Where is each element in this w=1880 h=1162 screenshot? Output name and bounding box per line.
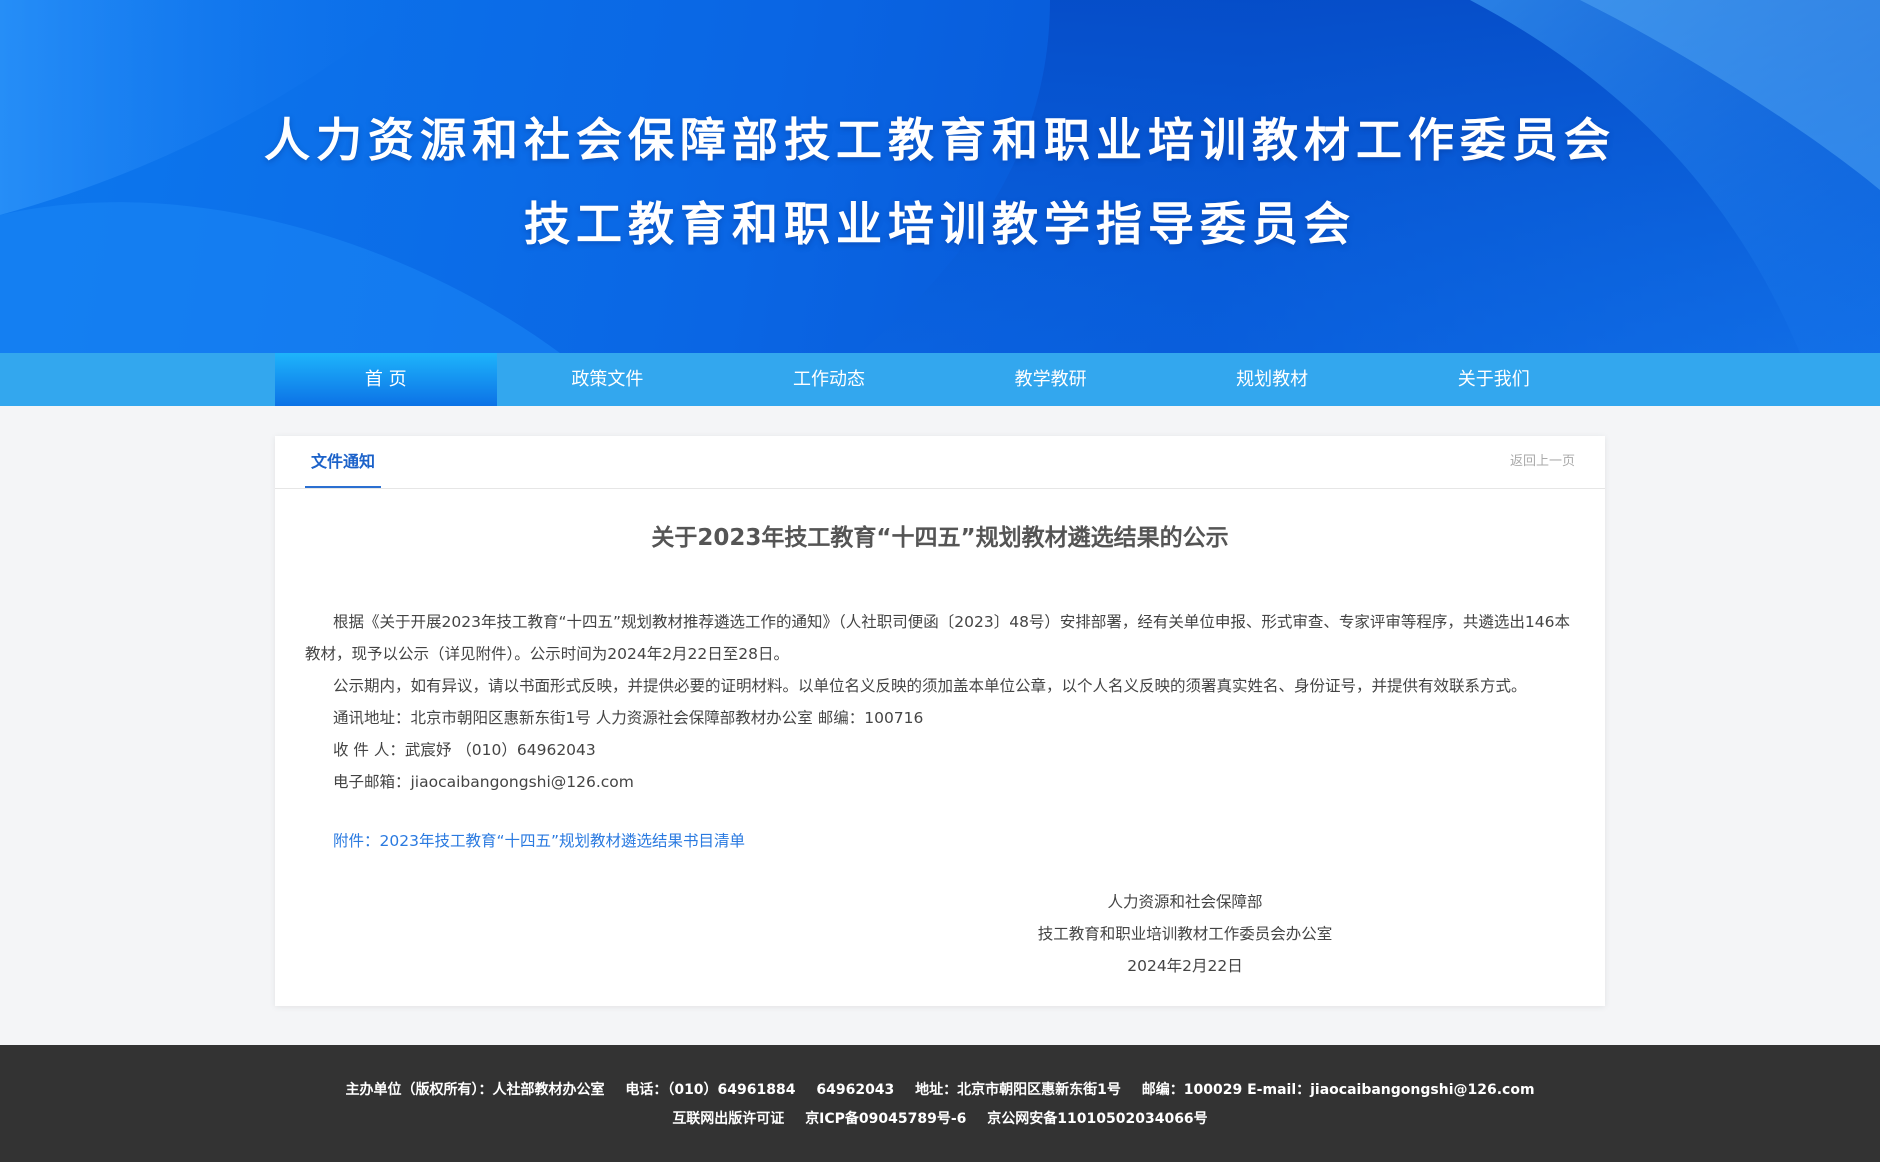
article-paragraph: 电子邮箱：jiaocaibangongshi@126.com [333, 773, 634, 791]
signature-org1: 人力资源和社会保障部 [1107, 893, 1263, 911]
article-card: 文件通知 返回上一页 关于2023年技工教育“十四五”规划教材遴选结果的公示 根… [275, 436, 1605, 1006]
footer-icp[interactable]: 京ICP备09045789号-6 [805, 1111, 966, 1127]
nav-item-news[interactable]: 工作动态 [718, 353, 940, 406]
article-paragraph: 收 件 人：武宸妤 （010）64962043 [333, 741, 596, 759]
tab-notices[interactable]: 文件通知 [305, 436, 381, 488]
signature-block: 人力资源和社会保障部 技工教育和职业培训教材工作委员会办公室 2024年2月22… [1015, 886, 1355, 982]
footer-phone: 电话：（010）64961884 [625, 1082, 796, 1098]
nav-item-about[interactable]: 关于我们 [1383, 353, 1605, 406]
article-paragraph: 公示期内，如有异议，请以书面形式反映，并提供必要的证明材料。以单位名义反映的须加… [333, 677, 1527, 695]
footer-phone2: 64962043 [816, 1082, 895, 1098]
site-title-line2: 技工教育和职业培训教学指导委员会 [524, 197, 1356, 251]
signature-date: 2024年2月22日 [1127, 957, 1243, 975]
footer: 主办单位（版权所有）：人社部教材办公室 电话：（010）64961884 649… [0, 1045, 1880, 1162]
nav-item-textbooks[interactable]: 规划教材 [1161, 353, 1383, 406]
article-body: 根据《关于开展2023年技工教育“十四五”规划教材推荐遴选工作的通知》（人社职司… [305, 606, 1575, 798]
attachment-link[interactable]: 附件：2023年技工教育“十四五”规划教材遴选结果书目清单 [333, 829, 745, 851]
footer-address: 地址：北京市朝阳区惠新东街1号 [915, 1082, 1121, 1098]
footer-security[interactable]: 京公网安备11010502034066号 [987, 1111, 1207, 1127]
nav-item-home[interactable]: 首 页 [275, 353, 497, 406]
article-paragraph: 根据《关于开展2023年技工教育“十四五”规划教材推荐遴选工作的通知》（人社职司… [305, 613, 1571, 663]
footer-license-line: 互联网出版许可证 京ICP备09045789号-6 京公网安备110105020… [0, 1108, 1880, 1128]
footer-info-line: 主办单位（版权所有）：人社部教材办公室 电话：（010）64961884 649… [0, 1079, 1880, 1099]
footer-host: 主办单位（版权所有）：人社部教材办公室 [345, 1082, 605, 1098]
banner-wave-decoration [0, 0, 1880, 353]
site-title-line1: 人力资源和社会保障部技工教育和职业培训教材工作委员会 [264, 113, 1616, 167]
header-banner: 人力资源和社会保障部技工教育和职业培训教材工作委员会 技工教育和职业培训教学指导… [0, 0, 1880, 353]
main-nav: 首 页 政策文件 工作动态 教学教研 规划教材 关于我们 [0, 353, 1880, 406]
nav-item-teaching[interactable]: 教学教研 [940, 353, 1162, 406]
nav-item-policy[interactable]: 政策文件 [497, 353, 719, 406]
signature-org2: 技工教育和职业培训教材工作委员会办公室 [1037, 925, 1333, 943]
card-header: 文件通知 返回上一页 [275, 436, 1605, 489]
footer-license: 互联网出版许可证 [672, 1111, 785, 1127]
article-paragraph: 通讯地址：北京市朝阳区惠新东街1号 人力资源社会保障部教材办公室 邮编：1007… [333, 709, 924, 727]
footer-postcode-email: 邮编：100029 E-mail：jiaocaibangongshi@126.c… [1141, 1082, 1535, 1098]
back-link[interactable]: 返回上一页 [1510, 436, 1575, 488]
article-title: 关于2023年技工教育“十四五”规划教材遴选结果的公示 [651, 525, 1229, 551]
